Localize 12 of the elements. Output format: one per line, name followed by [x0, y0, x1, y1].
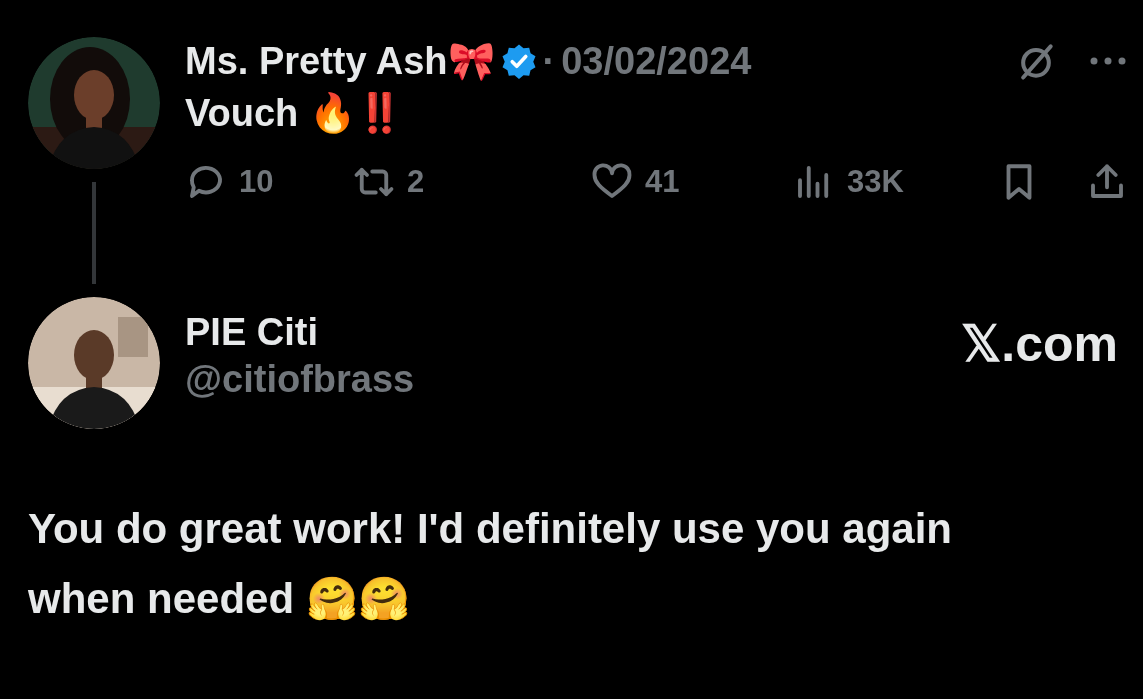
- post-date[interactable]: 03/02/2024: [561, 39, 752, 83]
- action-count: 33K: [847, 164, 904, 200]
- site-label: 𝕏.com: [961, 315, 1118, 373]
- post-text: Vouch 🔥‼: [185, 91, 404, 135]
- reply-text: You do great work! I'd definitely use you again when needed 🤗🤗: [27, 504, 953, 624]
- reply-author-handle[interactable]: @citiofbrass: [185, 358, 962, 401]
- action-count: 41: [645, 164, 680, 200]
- reply-author-name[interactable]: PIE Citi: [185, 311, 962, 354]
- separator-dot: ·: [542, 39, 556, 83]
- action-count: 2: [407, 164, 425, 200]
- author-name[interactable]: Ms. Pretty Ash🎀: [185, 39, 495, 83]
- action-count: 10: [239, 164, 274, 200]
